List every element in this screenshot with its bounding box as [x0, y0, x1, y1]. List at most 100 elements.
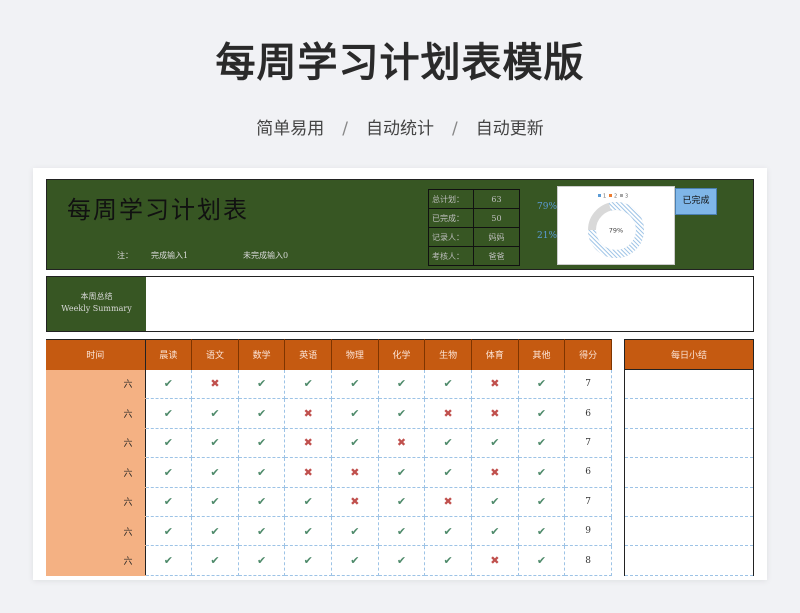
check-icon[interactable]: ✔ — [331, 369, 379, 400]
cross-icon[interactable]: ✖ — [284, 398, 333, 429]
cross-icon[interactable]: ✖ — [471, 545, 519, 576]
cross-icon[interactable]: ✖ — [284, 428, 333, 459]
check-icon[interactable]: ✔ — [238, 369, 286, 400]
check-icon[interactable]: ✔ — [518, 369, 566, 400]
check-icon[interactable]: ✔ — [238, 428, 286, 459]
check-icon[interactable]: ✔ — [284, 545, 333, 576]
table-row: 六 ✔ ✔ ✔ ✖ ✔ ✔ ✖ ✖ ✔ 6 — [46, 398, 612, 429]
cross-icon[interactable]: ✖ — [424, 398, 472, 429]
check-icon[interactable]: ✔ — [145, 545, 193, 576]
check-icon[interactable]: ✔ — [145, 369, 193, 400]
check-icon[interactable]: ✔ — [378, 369, 426, 400]
check-icon[interactable]: ✔ — [424, 457, 472, 488]
cross-icon[interactable]: ✖ — [331, 457, 379, 488]
check-icon[interactable]: ✔ — [471, 487, 519, 517]
check-icon[interactable]: ✔ — [191, 516, 239, 547]
check-icon[interactable]: ✔ — [145, 457, 193, 488]
check-icon[interactable]: ✔ — [518, 516, 566, 547]
check-icon[interactable]: ✔ — [424, 428, 472, 459]
check-icon[interactable]: ✔ — [331, 428, 379, 459]
separator: / — [452, 119, 458, 139]
check-icon[interactable]: ✔ — [378, 516, 426, 547]
check-icon[interactable]: ✔ — [145, 428, 193, 459]
check-icon[interactable]: ✔ — [191, 398, 239, 429]
check-icon[interactable]: ✔ — [518, 398, 566, 429]
daily-summary-cell[interactable] — [624, 457, 754, 488]
check-icon[interactable]: ✔ — [238, 398, 286, 429]
check-icon[interactable]: ✔ — [518, 428, 566, 459]
stat-label: 总计划： — [428, 189, 474, 209]
study-grid: 时间 晨读 语文 数学 英语 物理 化学 生物 体育 其他 得分 六 ✔ ✖ ✔ ✔ ✔ ✔ ✔ ✖ ✔ 7 六 ✔ ✔ ✔ ✖ ✔… — [46, 339, 612, 576]
check-icon[interactable]: ✔ — [145, 398, 193, 429]
cross-icon[interactable]: ✖ — [191, 369, 239, 400]
check-icon[interactable]: ✔ — [284, 487, 333, 517]
day-cell[interactable]: 六 — [46, 487, 146, 517]
check-icon[interactable]: ✔ — [471, 428, 519, 459]
check-icon[interactable]: ✔ — [378, 545, 426, 576]
check-icon[interactable]: ✔ — [331, 545, 379, 576]
daily-summary-cell[interactable] — [624, 487, 754, 517]
cross-icon[interactable]: ✖ — [284, 457, 333, 488]
check-icon[interactable]: ✔ — [518, 545, 566, 576]
check-icon[interactable]: ✔ — [331, 398, 379, 429]
check-icon[interactable]: ✔ — [238, 516, 286, 547]
donut-chart-svg: 1 2 3 79% — [588, 194, 644, 258]
check-icon[interactable]: ✔ — [424, 545, 472, 576]
stat-value[interactable]: 妈妈 — [473, 227, 520, 247]
cross-icon[interactable]: ✖ — [471, 398, 519, 429]
daily-summary-row — [624, 487, 754, 517]
check-icon[interactable]: ✔ — [471, 516, 519, 547]
check-icon[interactable]: ✔ — [378, 398, 426, 429]
check-icon[interactable]: ✔ — [424, 516, 472, 547]
check-icon[interactable]: ✔ — [378, 457, 426, 488]
feature-auto-stats: 自动统计 — [366, 119, 434, 139]
daily-summary-cell[interactable] — [624, 516, 754, 547]
daily-summary-cell[interactable] — [624, 545, 754, 576]
cross-icon[interactable]: ✖ — [471, 457, 519, 488]
check-icon[interactable]: ✔ — [238, 457, 286, 488]
weekly-summary: 本周总结 Weekly Summary — [46, 276, 754, 332]
check-icon[interactable]: ✔ — [284, 516, 333, 547]
check-icon[interactable]: ✔ — [191, 545, 239, 576]
check-icon[interactable]: ✔ — [518, 457, 566, 488]
day-cell[interactable]: 六 — [46, 457, 146, 488]
daily-summary-cell[interactable] — [624, 428, 754, 459]
check-icon[interactable]: ✔ — [378, 487, 426, 517]
sheet-title: 每周学习计划表 — [67, 196, 249, 224]
check-icon[interactable]: ✔ — [145, 487, 193, 517]
stat-value[interactable]: 爸爸 — [473, 246, 520, 266]
column-header: 时间 — [46, 339, 146, 370]
daily-summary-row — [624, 398, 754, 429]
check-icon[interactable]: ✔ — [518, 487, 566, 517]
done-badge[interactable]: 已完成 — [675, 188, 717, 215]
check-icon[interactable]: ✔ — [284, 369, 333, 400]
day-cell[interactable]: 六 — [46, 398, 146, 429]
daily-summary-row — [624, 428, 754, 459]
cross-icon[interactable]: ✖ — [331, 487, 379, 517]
check-icon[interactable]: ✔ — [424, 369, 472, 400]
cross-icon[interactable]: ✖ — [424, 487, 472, 517]
stats-table: 总计划： 63 已完成： 50 记录人： 妈妈 考核人： 爸爸 — [428, 189, 520, 266]
cross-icon[interactable]: ✖ — [378, 428, 426, 459]
stat-value[interactable]: 63 — [473, 189, 520, 209]
check-icon[interactable]: ✔ — [238, 487, 286, 517]
check-icon[interactable]: ✔ — [191, 487, 239, 517]
cross-icon[interactable]: ✖ — [471, 369, 519, 400]
check-icon[interactable]: ✔ — [145, 516, 193, 547]
day-cell[interactable]: 六 — [46, 516, 146, 547]
daily-summary-cell[interactable] — [624, 369, 754, 400]
donut-center-label: 79% — [609, 227, 623, 235]
check-icon[interactable]: ✔ — [191, 428, 239, 459]
stat-value[interactable]: 50 — [473, 208, 520, 228]
check-icon[interactable]: ✔ — [191, 457, 239, 488]
summary-label-en: Weekly Summary — [61, 304, 132, 313]
day-cell[interactable]: 六 — [46, 545, 146, 576]
check-icon[interactable]: ✔ — [238, 545, 286, 576]
column-header: 化学 — [378, 339, 426, 370]
donut-chart[interactable]: 1 2 3 79% — [557, 186, 675, 265]
day-cell[interactable]: 六 — [46, 369, 146, 400]
daily-summary-cell[interactable] — [624, 398, 754, 429]
daily-summary-row — [624, 369, 754, 400]
day-cell[interactable]: 六 — [46, 428, 146, 459]
check-icon[interactable]: ✔ — [331, 516, 379, 547]
